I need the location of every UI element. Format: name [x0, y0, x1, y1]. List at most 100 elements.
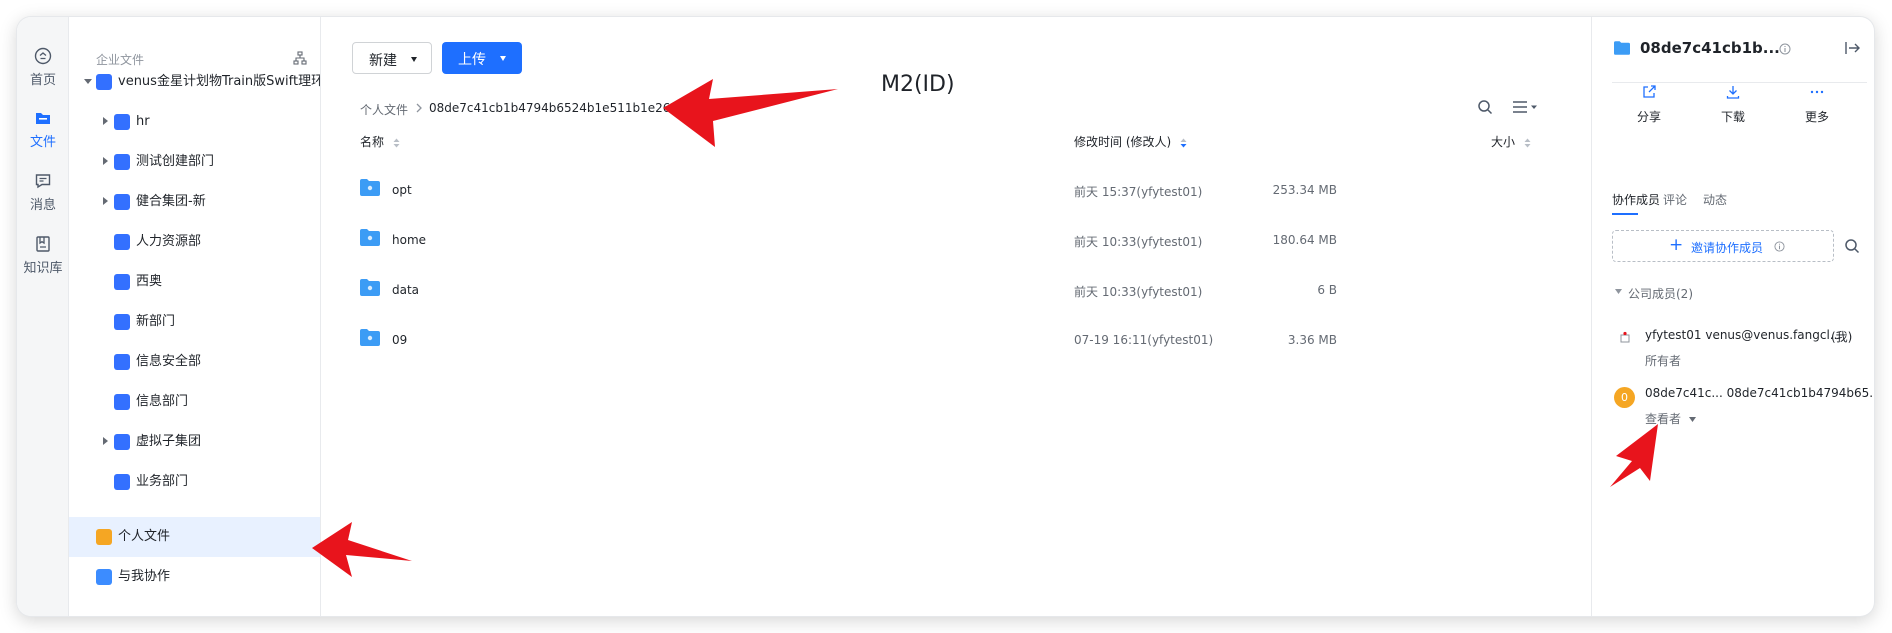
column-header-name-label: 名称	[360, 135, 385, 149]
download-icon	[1726, 86, 1740, 99]
file-size: 6 B	[1317, 283, 1337, 297]
caret-down-icon	[1688, 417, 1696, 422]
tree-item[interactable]: 信息部门	[69, 382, 320, 422]
file-size: 180.64 MB	[1272, 233, 1337, 247]
nav-files[interactable]: 文件	[17, 109, 69, 150]
breadcrumb-root[interactable]: 个人文件	[360, 101, 408, 118]
file-name[interactable]: 09	[392, 333, 407, 347]
tree-item[interactable]: 虚拟子集团	[69, 422, 320, 462]
owner-avatar-icon	[1620, 331, 1630, 343]
tree-item-shared-with-me[interactable]: 与我协作	[69, 557, 320, 597]
panel-divider	[1612, 82, 1867, 83]
file-row[interactable]: home 前天 10:33(yfytest01) 180.64 MB	[321, 215, 1591, 265]
caret-down-icon[interactable]	[84, 79, 92, 84]
invite-collaborator-button[interactable]: + 邀请协作成员	[1612, 230, 1834, 262]
caret-right-icon[interactable]	[103, 437, 108, 445]
nav-knowledge-base-label: 知识库	[23, 261, 63, 276]
upload-button[interactable]: 上传	[442, 42, 522, 74]
file-row[interactable]: 09 07-19 16:11(yfytest01) 3.36 MB	[321, 315, 1591, 365]
home-icon	[34, 47, 52, 65]
annotation-label: M2(ID)	[881, 72, 955, 97]
tree-item[interactable]: 人力资源部	[69, 222, 320, 262]
nav-messages[interactable]: 消息	[17, 172, 69, 213]
search-icon[interactable]	[1477, 99, 1493, 115]
annotation-arrow	[312, 522, 412, 577]
tree-item[interactable]: 健合集团-新	[69, 182, 320, 222]
annotation-arrow	[663, 79, 838, 147]
tab-activity[interactable]: 动态	[1703, 191, 1727, 208]
tree-item[interactable]: 测试创建部门	[69, 142, 320, 182]
tree-item-label: 信息部门	[136, 394, 189, 409]
org-icon	[114, 474, 130, 490]
org-icon	[114, 434, 130, 450]
org-icon	[114, 314, 130, 330]
nav-home[interactable]: 首页	[17, 47, 69, 88]
member-search-icon[interactable]	[1844, 238, 1860, 254]
tree-item-label: venus金星计划物Train版Swift理环	[118, 74, 321, 89]
download-button[interactable]: 下载	[1703, 85, 1763, 125]
file-name[interactable]: data	[392, 283, 419, 297]
sort-desc-icon	[1180, 138, 1187, 147]
nav-home-label: 首页	[29, 73, 56, 88]
org-icon	[114, 154, 130, 170]
info-icon[interactable]	[1779, 43, 1791, 55]
column-header-modified[interactable]: 修改时间 (修改人)	[1074, 133, 1187, 150]
message-icon	[35, 174, 51, 189]
folder-icon	[1614, 41, 1630, 55]
org-icon	[114, 234, 130, 250]
tree-item[interactable]: 西奥	[69, 262, 320, 302]
file-name[interactable]: opt	[392, 183, 412, 197]
org-icon	[114, 394, 130, 410]
share-button[interactable]: 分享	[1619, 85, 1679, 125]
org-icon	[96, 74, 112, 90]
me-tag: (我)	[1831, 330, 1853, 344]
new-button-label: 新建	[369, 52, 397, 68]
caret-down-icon[interactable]	[1615, 289, 1622, 295]
tree-item[interactable]: 业务部门	[69, 462, 320, 502]
tree-item[interactable]: 信息安全部	[69, 342, 320, 382]
folder-icon	[360, 229, 380, 246]
org-icon	[114, 354, 130, 370]
more-button[interactable]: 更多	[1787, 85, 1847, 125]
tab-comments[interactable]: 评论	[1663, 191, 1687, 208]
list-view-icon[interactable]	[1512, 99, 1538, 115]
tree-item[interactable]: 新部门	[69, 302, 320, 342]
file-row[interactable]: data 前天 10:33(yfytest01) 6 B	[321, 265, 1591, 315]
file-list-area: 新建 上传 个人文件 08de7c41cb1b4794b6524b1e511b1…	[321, 17, 1591, 616]
caret-right-icon[interactable]	[103, 197, 108, 205]
details-panel: 08de7c41cb1b... 分享 下载 更多 协作成员 评论 动态 + 邀请…	[1591, 17, 1874, 616]
column-header-size[interactable]: 大小	[1491, 133, 1531, 150]
info-icon	[1774, 241, 1785, 252]
file-modified: 前天 10:33(yfytest01)	[1074, 285, 1203, 299]
files-icon	[36, 113, 50, 124]
panel-title: 08de7c41cb1b...	[1640, 39, 1780, 57]
tree-item[interactable]: venus金星计划物Train版Swift理环	[69, 62, 321, 102]
column-header-name[interactable]: 名称	[360, 133, 400, 150]
tree-item-label: hr	[136, 114, 150, 129]
caret-right-icon[interactable]	[103, 157, 108, 165]
new-button[interactable]: 新建	[352, 42, 432, 74]
column-header-size-label: 大小	[1491, 135, 1516, 149]
tree-item-label: 个人文件	[118, 529, 171, 544]
active-tab-indicator	[1612, 213, 1638, 215]
tab-collaborators[interactable]: 协作成员	[1612, 191, 1660, 208]
file-name[interactable]: home	[392, 233, 426, 247]
folder-icon	[360, 279, 380, 296]
collapse-panel-icon[interactable]	[1845, 41, 1861, 55]
file-row[interactable]: opt 前天 15:37(yfytest01) 253.34 MB	[321, 165, 1591, 215]
member-role: 所有者	[1645, 354, 1682, 368]
org-icon	[114, 274, 130, 290]
tree-item[interactable]: hr	[69, 102, 320, 142]
tree-item-label: 与我协作	[118, 569, 171, 584]
personal-folder-icon	[96, 529, 112, 545]
file-modified: 前天 10:33(yfytest01)	[1074, 235, 1203, 249]
nav-knowledge-base[interactable]: 知识库	[17, 235, 69, 276]
group-title[interactable]: 公司成员(2)	[1628, 285, 1693, 302]
sort-icon	[393, 138, 400, 147]
tree-item-personal-files[interactable]: 个人文件	[69, 517, 320, 557]
more-icon	[1810, 90, 1824, 94]
invite-label: 邀请协作成员	[1691, 241, 1764, 255]
tree-item-label: 健合集团-新	[136, 194, 206, 209]
folder-tree: 企业文件 venus金星计划物Train版Swift理环 hr 测试创建部门 健…	[69, 17, 321, 616]
caret-right-icon[interactable]	[103, 117, 108, 125]
